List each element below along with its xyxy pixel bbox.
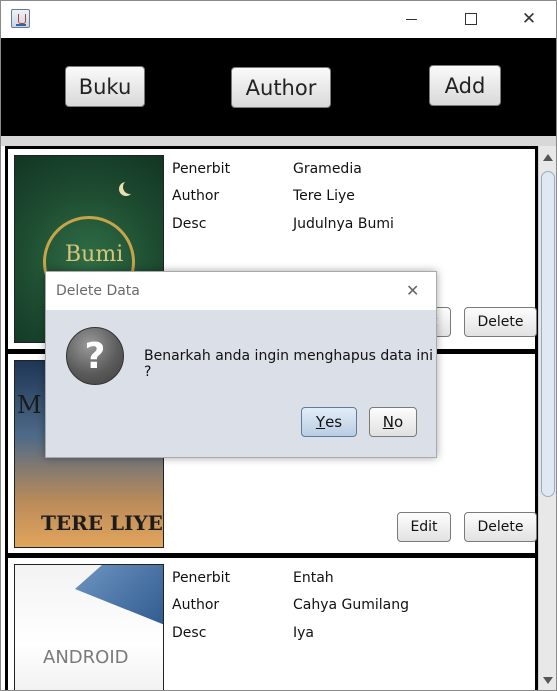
question-icon: ?: [66, 327, 124, 385]
moon-icon: [123, 180, 137, 194]
dialog-title: Delete Data: [56, 283, 140, 299]
java-app-icon: [11, 9, 30, 28]
maximize-button[interactable]: [448, 7, 494, 31]
yes-mnemonic: Y: [315, 413, 326, 431]
delete-button[interactable]: Delete: [464, 512, 537, 542]
desc-value: Judulnya Bumi: [293, 216, 394, 232]
add-button[interactable]: Add: [429, 65, 501, 106]
title-bar: ✕: [1, 1, 556, 37]
penerbit-label: Penerbit: [172, 161, 231, 177]
scroll-up-icon[interactable]: [543, 154, 553, 161]
desc-label: Desc: [172, 216, 207, 232]
toolbar: Buku Author Add: [1, 38, 556, 136]
toolbar-separator: [1, 136, 556, 146]
delete-button[interactable]: Delete: [464, 307, 537, 337]
no-rest: o: [394, 413, 404, 431]
author-label: Author: [172, 188, 220, 204]
penerbit-value: Gramedia: [293, 161, 362, 177]
dialog-title-bar: Delete Data ✕: [46, 272, 436, 310]
yes-rest: es: [325, 413, 343, 431]
edit-button[interactable]: Edit: [397, 512, 451, 542]
author-value: Tere Liye: [293, 188, 355, 204]
cover-graphic: [75, 565, 163, 625]
minimize-button[interactable]: [388, 7, 434, 31]
buku-button[interactable]: Buku: [65, 66, 145, 107]
penerbit-value: Entah: [293, 570, 334, 586]
yes-button[interactable]: Yes: [301, 407, 357, 437]
cover-title: ANDROID: [43, 647, 129, 668]
author-label: Author: [172, 597, 220, 613]
author-button[interactable]: Author: [231, 67, 331, 108]
book-cover-image: ANDROID: [14, 564, 164, 690]
cover-title: Bumi: [65, 242, 124, 267]
book-card: ANDROID Penerbit Entah Author Cahya Gumi…: [8, 558, 535, 690]
close-icon: ✕: [521, 8, 537, 29]
dialog-close-icon[interactable]: ✕: [406, 281, 419, 300]
no-button[interactable]: No: [369, 407, 417, 437]
cover-author: TERE LIYE: [41, 511, 163, 535]
minimize-icon: [405, 18, 417, 20]
penerbit-label: Penerbit: [172, 570, 231, 586]
scroll-down-icon[interactable]: [543, 677, 553, 684]
author-value: Cahya Gumilang: [293, 597, 410, 613]
desc-value: Iya: [293, 625, 314, 641]
delete-confirm-dialog: Delete Data ✕ ? Benarkah anda ingin meng…: [45, 271, 437, 458]
app-window: ✕ Buku Author Add Bumi Penerbit Gramedia…: [0, 0, 557, 691]
close-button[interactable]: ✕: [506, 7, 552, 31]
cover-top-text: M: [17, 391, 42, 419]
scrollbar-thumb[interactable]: [541, 171, 555, 497]
no-mnemonic: N: [382, 413, 395, 431]
maximize-icon: [465, 13, 477, 25]
vertical-scrollbar[interactable]: [538, 146, 556, 690]
dialog-message: Benarkah anda ingin menghapus data ini ?: [144, 348, 434, 380]
desc-label: Desc: [172, 625, 207, 641]
